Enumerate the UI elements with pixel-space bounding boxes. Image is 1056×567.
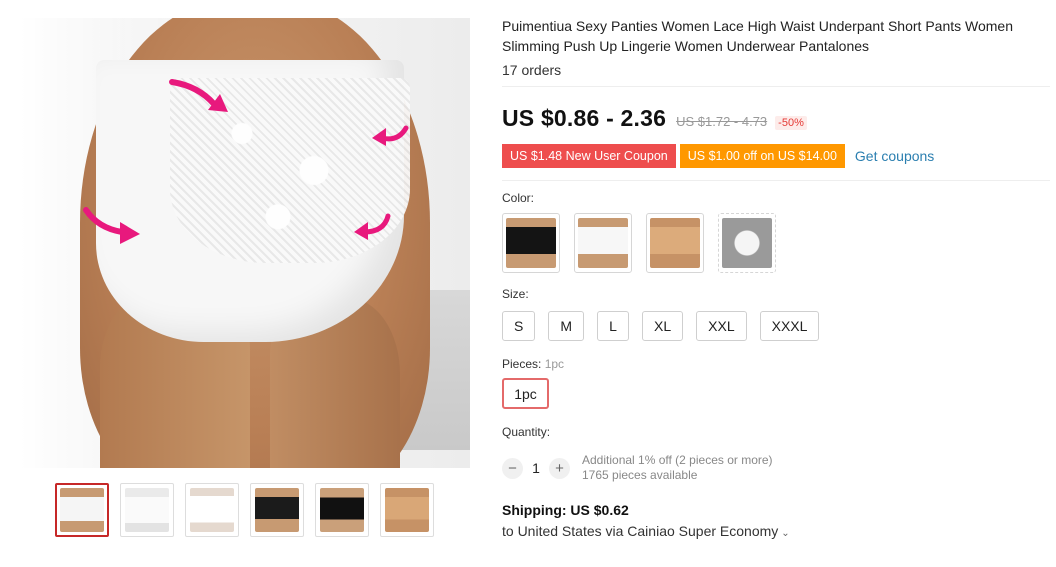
beige-front-thumb-icon: [385, 488, 429, 532]
product-title: Puimentiua Sexy Panties Women Lace High …: [502, 18, 1013, 54]
thumbnail-2[interactable]: [120, 483, 174, 537]
get-coupons-link[interactable]: Get coupons: [855, 148, 934, 164]
size-option-l[interactable]: L: [597, 311, 630, 341]
size-section: Size: S M L XL XXL XXXL: [502, 287, 1052, 341]
color-label: Color:: [502, 191, 535, 205]
pieces-label-text: Pieces:: [502, 357, 542, 371]
price-row: US $0.86 - 2.36 US $1.72 - 4.73 -50%: [502, 105, 1052, 132]
current-price: US $0.86 - 2.36: [502, 105, 667, 131]
arrow-icon: [82, 204, 142, 246]
color-swatch-beige[interactable]: [646, 213, 704, 273]
thumbnail-4[interactable]: [250, 483, 304, 537]
pieces-section: Pieces: 1pc 1pc: [502, 357, 1052, 409]
white-panty-swatch-icon: [578, 218, 628, 268]
black-side-thumb-icon: [320, 488, 364, 532]
beige-panty-swatch-icon: [650, 218, 700, 268]
pieces-selected: 1pc: [544, 357, 565, 371]
thumbnail-1[interactable]: [55, 483, 109, 537]
new-user-coupon[interactable]: US $1.48 New User Coupon: [502, 144, 676, 168]
orders-count: 17 orders: [502, 62, 562, 78]
discount-badge: -50%: [775, 116, 807, 130]
size-option-xl[interactable]: XL: [642, 311, 684, 341]
color-swatch-white[interactable]: [574, 213, 632, 273]
thumbnail-3[interactable]: [185, 483, 239, 537]
white-back-thumb-icon: [125, 488, 169, 532]
stock-available: 1765 pieces available: [582, 468, 698, 482]
quantity-section: Quantity: − 1 + Additional 1% off (2 pie…: [502, 425, 1052, 483]
original-price: US $1.72 - 4.73: [676, 114, 768, 129]
bulk-discount-note: Additional 1% off (2 pieces or more): [582, 453, 773, 467]
packaging-bag-swatch-icon: [722, 218, 772, 268]
size-option-xxxl[interactable]: XXXL: [759, 311, 820, 341]
shipping-cost: Shipping: US $0.62: [502, 502, 629, 518]
arrow-icon: [368, 122, 410, 148]
thumbnail-5[interactable]: [315, 483, 369, 537]
black-panty-swatch-icon: [506, 218, 556, 268]
quantity-label: Quantity:: [502, 425, 551, 439]
size-option-s[interactable]: S: [502, 311, 536, 341]
quantity-minus-button[interactable]: −: [502, 457, 523, 479]
divider: [502, 180, 1050, 181]
color-swatches: [502, 213, 1052, 273]
main-product-image[interactable]: [20, 18, 470, 468]
thumbnail-6[interactable]: [380, 483, 434, 537]
divider: [502, 86, 1050, 87]
color-swatch-bag[interactable]: [718, 213, 776, 273]
pieces-label: Pieces: 1pc: [502, 357, 1052, 371]
size-option-xxl[interactable]: XXL: [696, 311, 747, 341]
product-info-panel: Puimentiua Sexy Panties Women Lace High …: [502, 16, 1052, 539]
arrow-icon: [350, 212, 392, 242]
white-side-thumb-icon: [190, 488, 234, 532]
quantity-note: Additional 1% off (2 pieces or more) 176…: [582, 453, 773, 483]
size-options: S M L XL XXL XXXL: [502, 311, 1052, 341]
shipping-destination-text: to United States via Cainiao Super Econo…: [502, 523, 779, 539]
store-coupon[interactable]: US $1.00 off on US $14.00: [679, 144, 845, 168]
coupons-row: US $1.48 New User Coupon US $1.00 off on…: [502, 144, 1052, 168]
quantity-stepper: − 1 + Additional 1% off (2 pieces or mor…: [502, 453, 1052, 483]
quantity-value[interactable]: 1: [523, 460, 549, 476]
thumbnail-strip: [55, 483, 434, 537]
size-option-m[interactable]: M: [548, 311, 585, 341]
white-front-thumb-icon: [60, 488, 104, 532]
quantity-plus-button[interactable]: +: [549, 457, 570, 479]
color-swatch-black[interactable]: [502, 213, 560, 273]
chevron-down-icon: ⌄: [781, 528, 790, 539]
black-front-thumb-icon: [255, 488, 299, 532]
pieces-option-1pc[interactable]: 1pc: [502, 378, 549, 409]
size-label: Size:: [502, 287, 529, 301]
shipping-destination[interactable]: to United States via Cainiao Super Econo…: [502, 523, 1052, 539]
arrow-icon: [168, 76, 230, 116]
color-section: Color:: [502, 191, 1052, 273]
